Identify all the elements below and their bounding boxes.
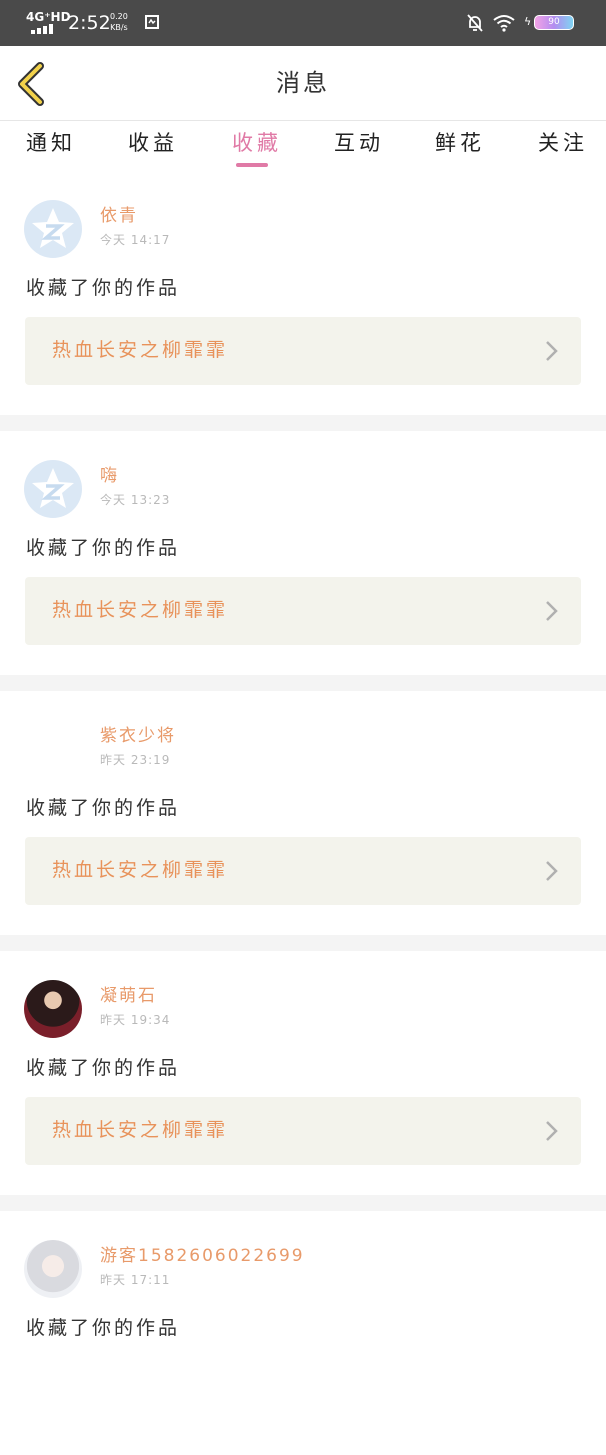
work-card[interactable]: 热血长安之柳霏霏 xyxy=(25,317,581,385)
divider xyxy=(0,415,606,431)
network-speed: 0.20 KB/s xyxy=(110,11,128,33)
avatar[interactable] xyxy=(24,980,82,1038)
list-item: 游客1582606022699 昨天 17:11 收藏了你的作品 xyxy=(0,1211,606,1455)
timestamp: 昨天 23:19 xyxy=(100,753,171,767)
avatar[interactable] xyxy=(24,200,82,258)
list-item: 凝萌石 昨天 19:34 收藏了你的作品 热血长安之柳霏霏 xyxy=(0,951,606,1195)
signal-icon xyxy=(31,24,55,34)
action-text: 收藏了你的作品 xyxy=(26,277,181,299)
work-title: 热血长安之柳霏霏 xyxy=(52,599,229,621)
list-item: 紫衣少将 昨天 23:19 收藏了你的作品 热血长安之柳霏霏 xyxy=(0,691,606,935)
timestamp: 昨天 17:11 xyxy=(100,1273,171,1287)
tab-interactions[interactable]: 互动 xyxy=(334,130,384,156)
network-indicator: 4G⁺HD xyxy=(26,10,71,24)
action-text: 收藏了你的作品 xyxy=(26,1057,181,1079)
chevron-right-icon xyxy=(546,601,558,621)
avatar[interactable] xyxy=(24,1240,82,1298)
avatar[interactable] xyxy=(24,720,82,778)
divider xyxy=(0,675,606,691)
username[interactable]: 凝萌石 xyxy=(100,985,157,1007)
chevron-right-icon xyxy=(546,1121,558,1141)
work-title: 热血长安之柳霏霏 xyxy=(52,339,229,361)
chevron-right-icon xyxy=(546,341,558,361)
action-text: 收藏了你的作品 xyxy=(26,1317,181,1339)
divider xyxy=(0,1195,606,1211)
bell-muted-icon xyxy=(467,14,483,32)
message-list: 依青 今天 14:17 收藏了你的作品 热血长安之柳霏霏 嗨 今天 13:23 … xyxy=(0,171,606,1455)
active-tab-indicator xyxy=(236,163,268,167)
divider xyxy=(0,935,606,951)
tab-notifications[interactable]: 通知 xyxy=(26,130,76,156)
username[interactable]: 游客1582606022699 xyxy=(100,1245,305,1267)
work-card[interactable]: 热血长安之柳霏霏 xyxy=(25,577,581,645)
work-card[interactable]: 热血长安之柳霏霏 xyxy=(25,837,581,905)
timestamp: 今天 13:23 xyxy=(100,493,171,507)
page-title: 消息 xyxy=(276,69,330,97)
qq-star-icon xyxy=(32,208,74,248)
list-item: 嗨 今天 13:23 收藏了你的作品 热血长安之柳霏霏 xyxy=(0,431,606,675)
username[interactable]: 依青 xyxy=(100,205,138,227)
timestamp: 今天 14:17 xyxy=(100,233,171,247)
qq-star-icon xyxy=(32,468,74,508)
tab-following[interactable]: 关注 xyxy=(538,130,588,156)
work-card[interactable]: 热血长安之柳霏霏 xyxy=(25,1097,581,1165)
wifi-icon xyxy=(493,15,515,32)
speed-unit: KB/s xyxy=(110,23,128,32)
charging-icon: ϟ xyxy=(524,15,532,28)
list-item: 依青 今天 14:17 收藏了你的作品 热血长安之柳霏霏 xyxy=(0,171,606,415)
status-bar: 4G⁺HD 2:52 0.20 KB/s ϟ 90 xyxy=(0,0,606,46)
work-title: 热血长安之柳霏霏 xyxy=(52,859,229,881)
action-text: 收藏了你的作品 xyxy=(26,797,181,819)
work-title: 热血长安之柳霏霏 xyxy=(52,1119,229,1141)
action-text: 收藏了你的作品 xyxy=(26,537,181,559)
header: 消息 xyxy=(0,46,606,121)
tab-favorites[interactable]: 收藏 xyxy=(232,130,282,156)
avatar[interactable] xyxy=(24,460,82,518)
tab-bar: 通知 收益 收藏 互动 鲜花 关注 xyxy=(0,121,606,171)
chevron-right-icon xyxy=(546,861,558,881)
speed-value: 0.20 xyxy=(110,12,128,21)
battery-indicator: 90 xyxy=(534,15,574,30)
tab-earnings[interactable]: 收益 xyxy=(128,130,178,156)
username[interactable]: 嗨 xyxy=(100,465,119,487)
timestamp: 昨天 19:34 xyxy=(100,1013,171,1027)
clock: 2:52 xyxy=(68,12,111,34)
screenshot-icon xyxy=(145,15,159,29)
tab-flowers[interactable]: 鲜花 xyxy=(435,130,485,156)
username[interactable]: 紫衣少将 xyxy=(100,725,176,747)
